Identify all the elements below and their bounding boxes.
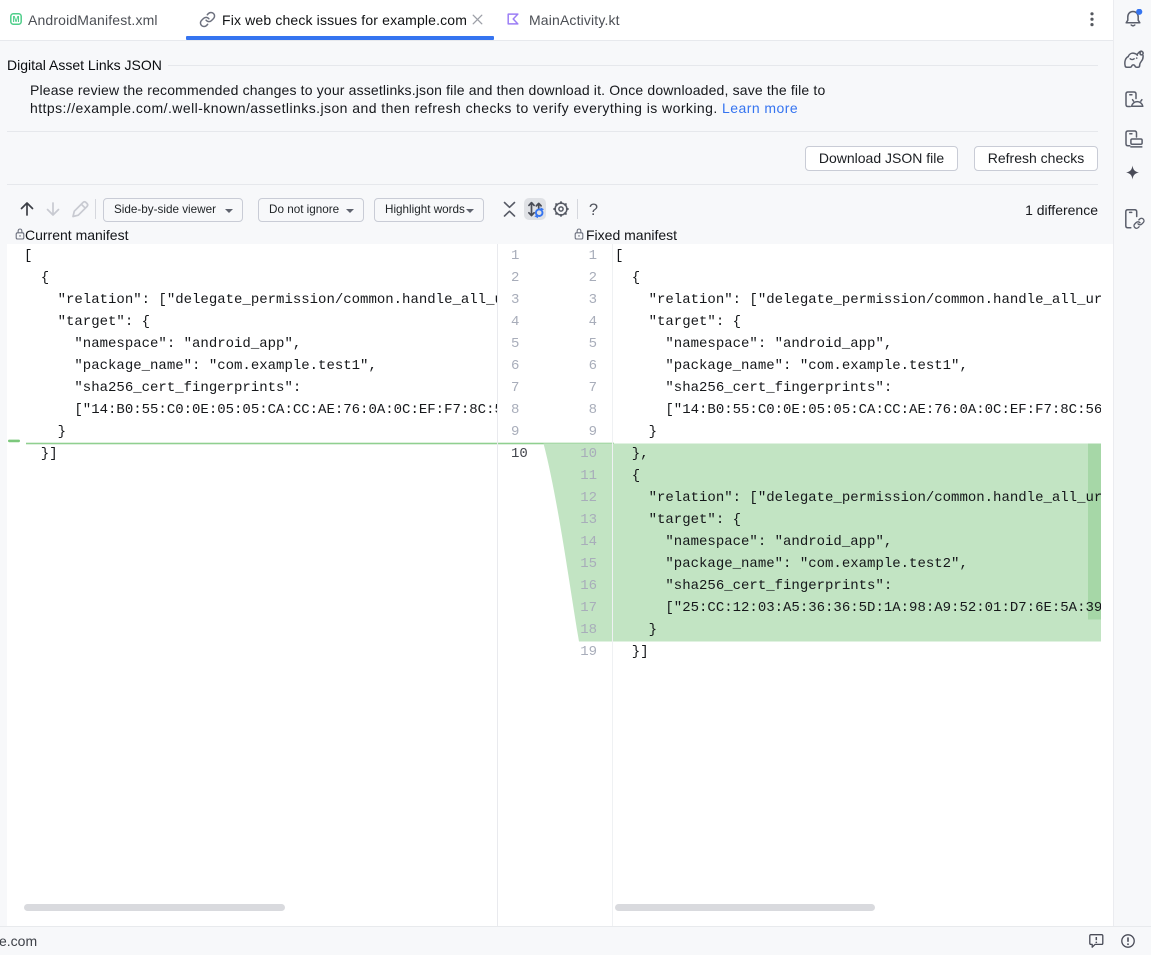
- svg-text:M: M: [12, 14, 19, 24]
- svg-text:?: ?: [589, 201, 598, 219]
